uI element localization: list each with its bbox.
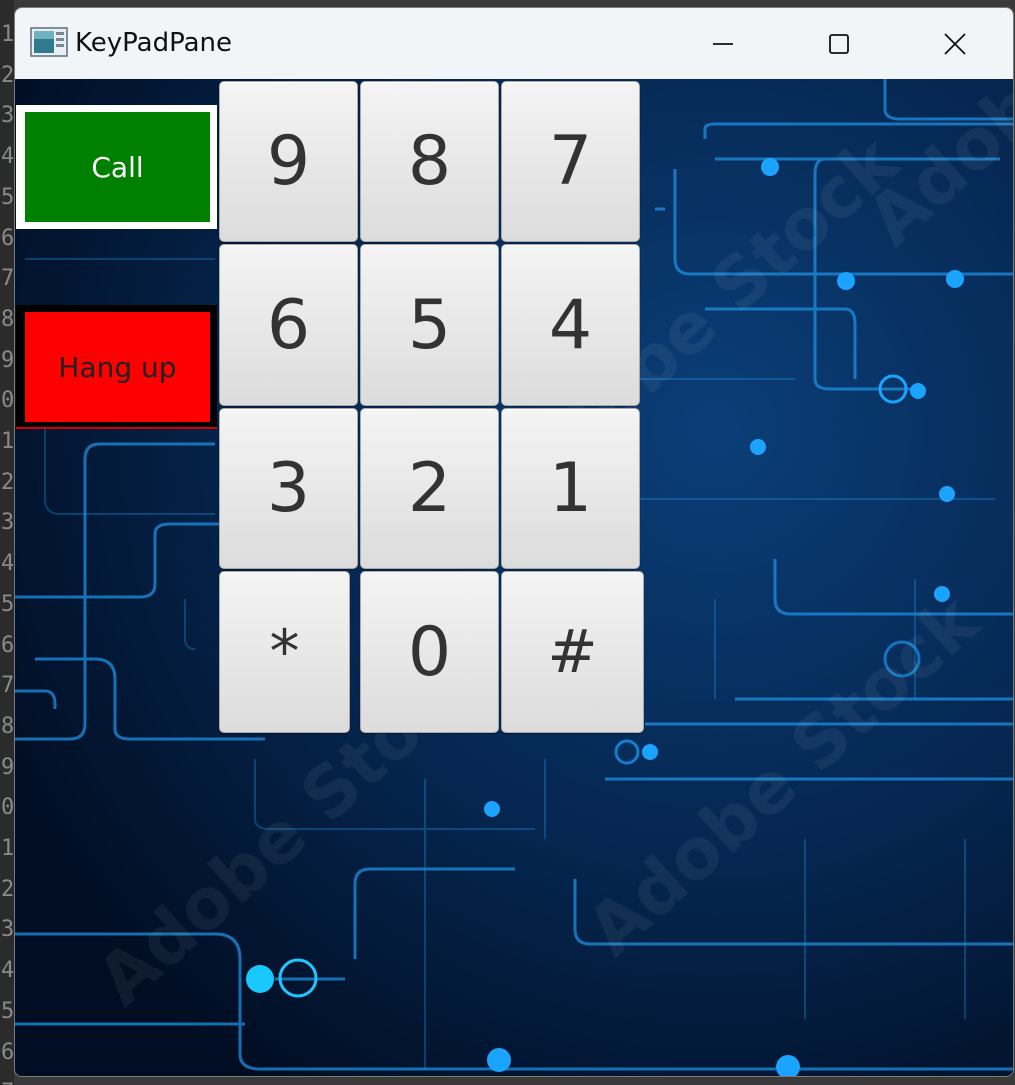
key-9[interactable]: 9 [219,81,358,242]
line-number: 4 [1,144,14,170]
key-6[interactable]: 6 [219,244,358,406]
line-number: 7 [1,673,14,699]
line-number: 0 [1,388,14,414]
line-number: 2 [1,62,14,88]
line-number: 6 [1,632,14,658]
title-bar[interactable]: KeyPadPane [15,8,1013,79]
key-1[interactable]: 1 [501,408,640,569]
key-8[interactable]: 8 [360,81,499,242]
key-7[interactable]: 7 [501,81,640,242]
close-button[interactable] [897,8,1013,79]
line-number: 4 [1,551,14,577]
line-number: 9 [1,347,14,373]
key-0[interactable]: 0 [360,571,499,733]
line-number: 9 [1,754,14,780]
key-star[interactable]: * [219,571,350,733]
line-number: 1 [1,429,14,454]
line-number: 4 [1,958,14,984]
close-icon [944,32,966,55]
hangup-button[interactable]: Hang up [25,312,210,422]
line-number: 2 [1,469,14,495]
app-icon [30,27,68,57]
editor-line-number-margin: 123456789012345678901234567 [0,0,14,1085]
line-number: 6 [1,225,14,251]
line-number: 5 [1,998,14,1024]
keypad-window: KeyPadPane Adobe Stock Adobe Stock Adobe… [14,7,1014,1077]
line-number: 5 [1,591,14,617]
line-number: 3 [1,103,14,129]
line-number: 8 [1,306,14,332]
key-3[interactable]: 3 [219,408,358,569]
window-title: KeyPadPane [75,28,233,58]
minimize-button[interactable] [665,8,781,79]
line-number: 6 [1,1039,14,1065]
line-number: 0 [1,795,14,821]
minimize-icon [713,42,733,45]
keypad-pane: Adobe Stock Adobe Stock Adobe Stock Adob… [15,79,1013,1076]
line-number: 2 [1,876,14,902]
key-5[interactable]: 5 [360,244,499,406]
maximize-icon [829,33,849,54]
line-number: 1 [1,836,14,861]
line-number: 3 [1,917,14,943]
line-number: 7 [1,266,14,292]
line-number: 3 [1,510,14,536]
line-number: 1 [1,22,14,47]
call-button[interactable]: Call [25,112,210,222]
maximize-button[interactable] [781,8,897,79]
key-2[interactable]: 2 [360,408,499,569]
key-hash[interactable]: # [501,571,644,733]
line-number: 5 [1,184,14,210]
key-4[interactable]: 4 [501,244,640,406]
line-number: 8 [1,713,14,739]
